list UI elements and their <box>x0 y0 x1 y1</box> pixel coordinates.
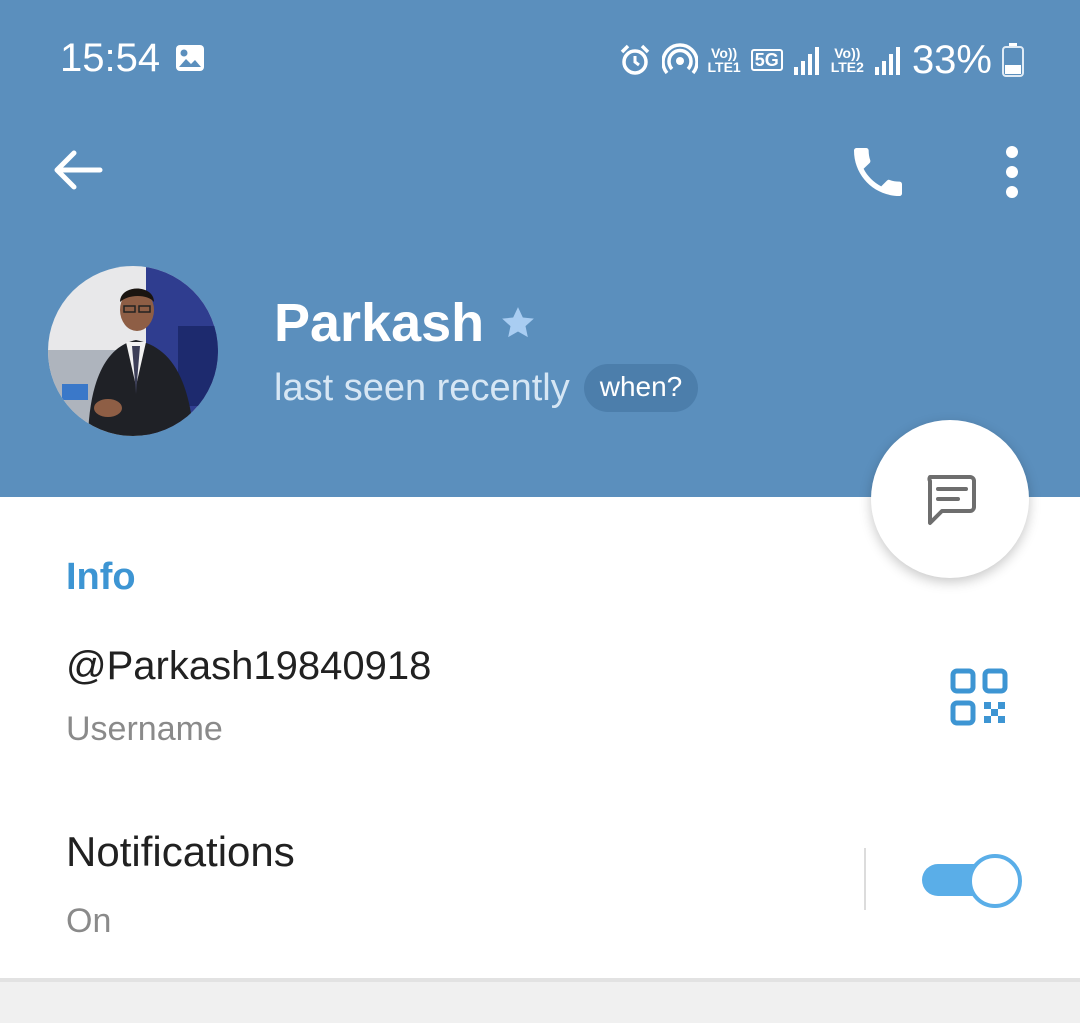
username-value[interactable]: @Parkash19840918 <box>66 644 431 689</box>
alarm-icon <box>620 44 649 75</box>
call-button[interactable] <box>846 140 910 204</box>
divider <box>864 848 866 910</box>
battery-icon <box>1002 43 1024 77</box>
more-options-button[interactable] <box>990 140 1034 204</box>
sim1-5g-badge: 5G <box>750 49 783 71</box>
sim1-network-label: Vo)) LTE1 <box>707 45 741 75</box>
avatar-photo <box>48 266 218 436</box>
notifications-title[interactable]: Notifications <box>66 828 295 876</box>
notifications-toggle[interactable] <box>922 852 1022 908</box>
battery-percent: 33% <box>911 37 992 82</box>
profile-name-row: Parkash <box>274 292 538 354</box>
toggle-knob <box>968 854 1022 908</box>
profile-name: Parkash <box>274 293 485 353</box>
username-label: Username <box>66 710 223 748</box>
qr-code-button[interactable] <box>950 668 1008 726</box>
avatar[interactable] <box>48 266 218 436</box>
last-seen-row: last seen recently when? <box>274 364 699 412</box>
message-button[interactable] <box>871 420 1029 578</box>
status-time: 15:54 <box>60 36 161 80</box>
status-indicators: Vo)) LTE1 5G Vo)) LTE2 33% <box>618 36 1024 84</box>
hotspot-icon <box>661 43 698 75</box>
when-button[interactable]: when? <box>583 364 699 412</box>
sim2-network-label: Vo)) LTE2 <box>830 45 864 75</box>
signal-bars-sim2-icon <box>874 47 900 75</box>
message-icon <box>927 475 976 525</box>
back-button[interactable] <box>48 140 108 200</box>
profile-header: 15:54 Vo)) LTE1 5G Vo)) LTE2 33% Parkash… <box>0 0 1080 497</box>
star-icon <box>502 307 534 338</box>
section-gap <box>0 982 1080 1023</box>
signal-bars-sim1-icon <box>793 47 819 75</box>
notifications-status: On <box>66 902 112 940</box>
info-section-title: Info <box>66 556 136 598</box>
image-notification-icon <box>176 45 204 71</box>
last-seen-status: last seen recently <box>274 366 570 409</box>
